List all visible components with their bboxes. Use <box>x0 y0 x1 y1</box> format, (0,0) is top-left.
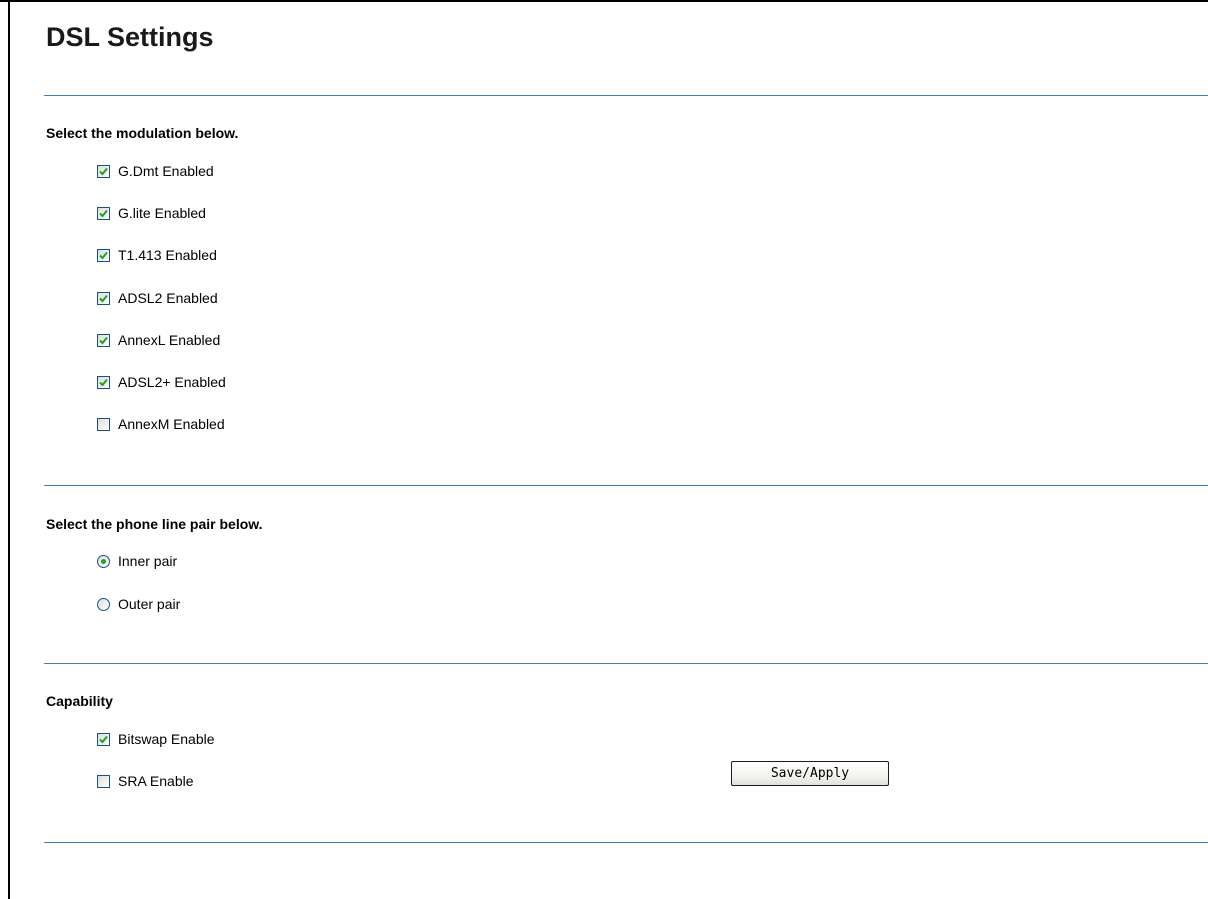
modulation-option-annexl[interactable]: AnnexL Enabled <box>97 330 220 350</box>
modulation-label-gdmt: G.Dmt Enabled <box>118 163 214 179</box>
phone-line-heading: Select the phone line pair below. <box>46 516 263 532</box>
checkmark-icon <box>99 336 108 344</box>
checkmark-icon <box>99 378 108 386</box>
modulation-option-adsl2plus[interactable]: ADSL2+ Enabled <box>97 372 226 392</box>
modulation-label-t1413: T1.413 Enabled <box>118 247 217 263</box>
window-frame-left <box>8 0 10 899</box>
modulation-checkbox-annexl[interactable] <box>97 333 110 347</box>
save-apply-button[interactable]: Save/Apply <box>731 761 889 786</box>
phone-line-option-outer[interactable]: Outer pair <box>97 594 180 614</box>
capability-option-bitswap[interactable]: Bitswap Enable <box>97 729 215 749</box>
modulation-option-glite[interactable]: G.lite Enabled <box>97 203 206 223</box>
modulation-option-annexm[interactable]: AnnexM Enabled <box>97 414 225 434</box>
checkmark-icon <box>99 167 108 175</box>
capability-checkbox-sra[interactable] <box>97 774 110 788</box>
modulation-label-adsl2plus: ADSL2+ Enabled <box>118 374 226 390</box>
modulation-checkbox-adsl2plus[interactable] <box>97 375 110 389</box>
modulation-checkbox-annexm[interactable] <box>97 417 110 431</box>
checkmark-icon <box>99 294 108 302</box>
capability-label-sra: SRA Enable <box>118 773 194 789</box>
modulation-label-annexl: AnnexL Enabled <box>118 332 221 348</box>
window-frame-top <box>0 0 1208 2</box>
modulation-option-adsl2[interactable]: ADSL2 Enabled <box>97 288 218 308</box>
modulation-option-gdmt[interactable]: G.Dmt Enabled <box>97 161 214 181</box>
section-divider <box>44 663 1208 664</box>
section-divider <box>44 842 1208 843</box>
modulation-checkbox-t1413[interactable] <box>97 248 110 262</box>
modulation-checkbox-adsl2[interactable] <box>97 291 110 305</box>
page-title: DSL Settings <box>46 22 214 52</box>
phone-line-option-inner[interactable]: Inner pair <box>97 551 177 571</box>
phone-line-label-outer: Outer pair <box>118 596 181 612</box>
modulation-checkbox-gdmt[interactable] <box>97 164 110 178</box>
modulation-heading: Select the modulation below. <box>46 125 239 141</box>
capability-checkbox-bitswap[interactable] <box>97 732 110 746</box>
modulation-label-glite: G.lite Enabled <box>118 205 206 221</box>
modulation-label-adsl2: ADSL2 Enabled <box>118 290 218 306</box>
modulation-label-annexm: AnnexM Enabled <box>118 416 225 432</box>
radio-dot-icon <box>101 558 106 564</box>
modulation-checkbox-glite[interactable] <box>97 206 110 220</box>
section-divider <box>44 485 1208 486</box>
capability-label-bitswap: Bitswap Enable <box>118 731 215 747</box>
section-divider <box>44 95 1208 96</box>
checkmark-icon <box>99 209 108 217</box>
phone-line-label-inner: Inner pair <box>118 553 178 569</box>
phone-line-radio-inner[interactable] <box>97 554 110 568</box>
modulation-option-t1413[interactable]: T1.413 Enabled <box>97 245 217 265</box>
capability-option-sra[interactable]: SRA Enable <box>97 771 194 791</box>
checkmark-icon <box>99 251 108 259</box>
checkmark-icon <box>99 735 108 743</box>
capability-heading: Capability <box>46 693 113 709</box>
phone-line-radio-outer[interactable] <box>97 597 110 611</box>
